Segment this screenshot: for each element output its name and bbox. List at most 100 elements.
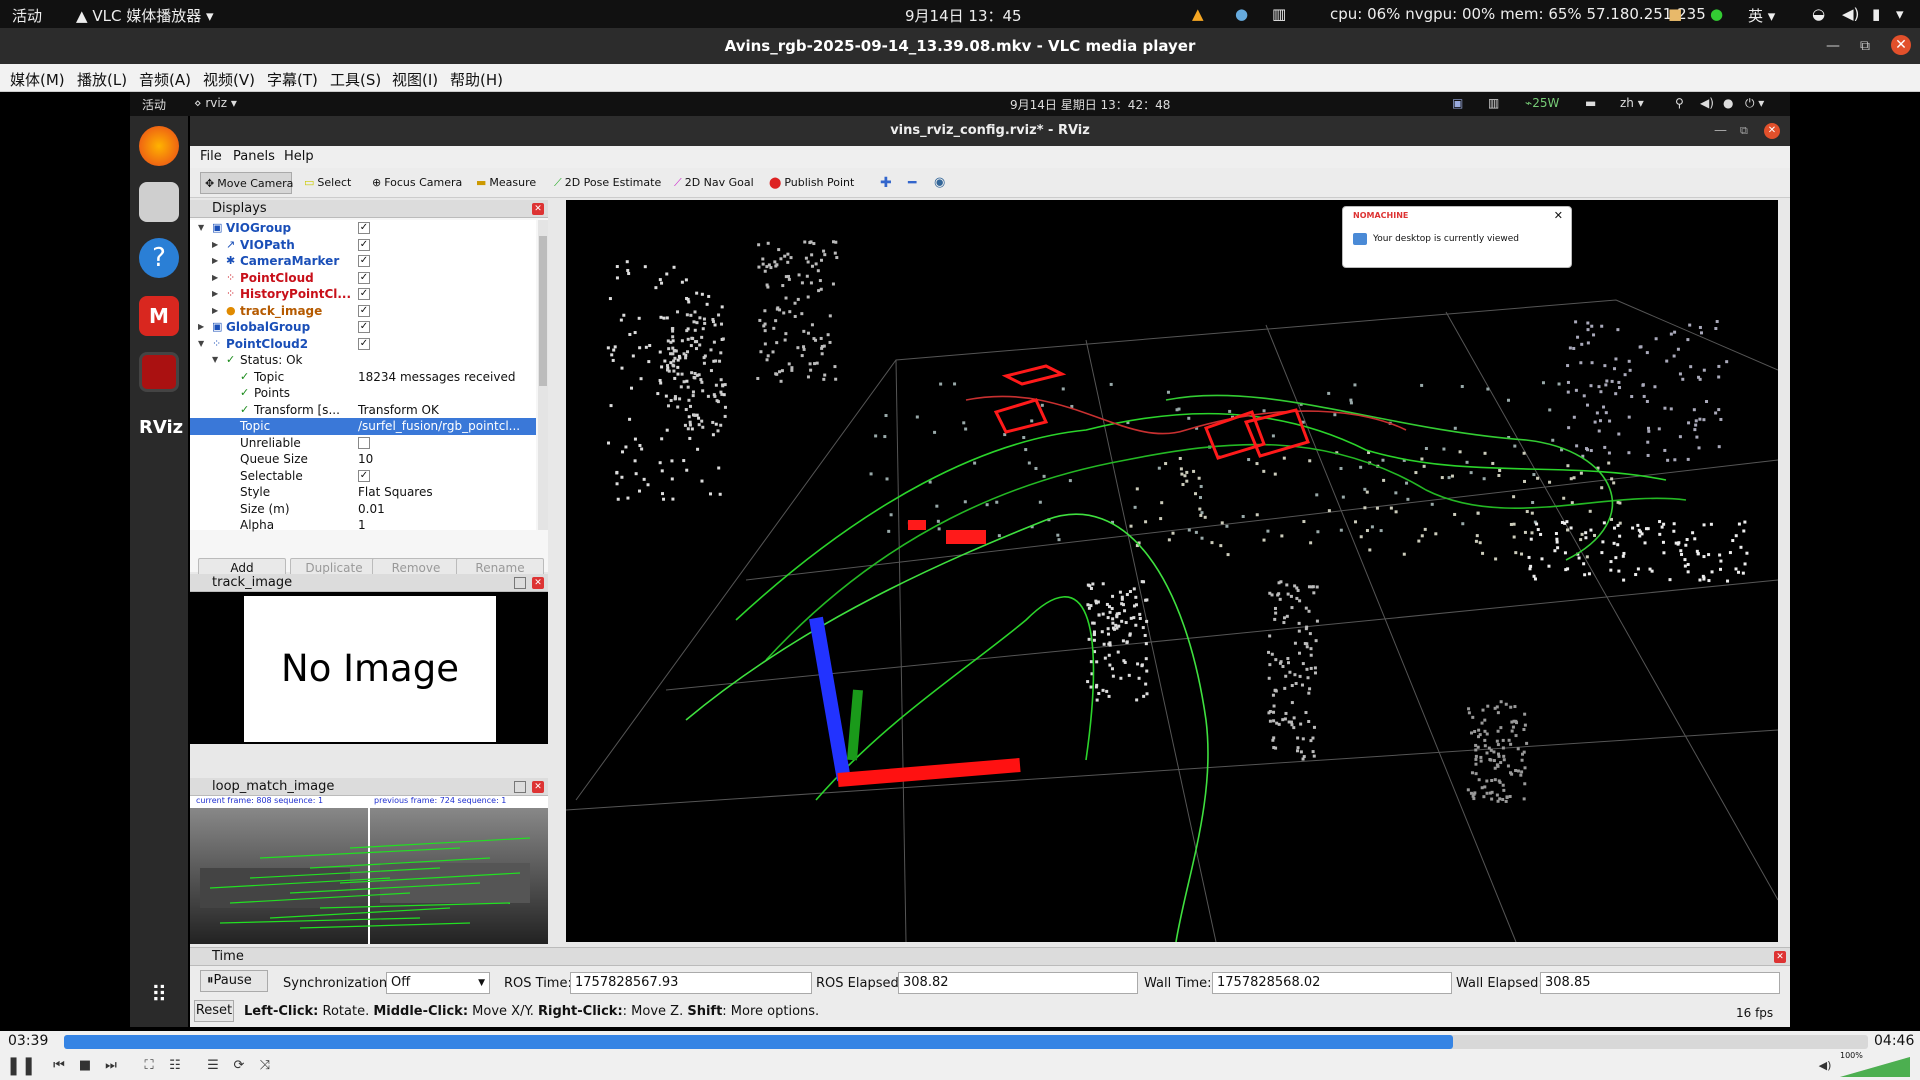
chrome-tray-icon[interactable]: ● [1235,5,1248,23]
extended-settings-icon[interactable]: ☷ [164,1055,186,1077]
cloud-point [1089,586,1093,590]
previous-icon[interactable]: ⏮ [48,1055,70,1077]
fullscreen-icon[interactable]: ⛶ [138,1055,160,1077]
loop-match-header: loop_match_image ✕ [190,778,548,796]
menu-tools[interactable]: 工具(S) [330,69,381,90]
cloud-point [1460,384,1464,388]
cloud-point [1183,474,1187,478]
menu-help[interactable]: 帮助(H) [450,69,503,90]
cloud-point [658,350,662,354]
cloud-point [1482,795,1486,799]
cloud-point [1710,570,1714,574]
cloud-point [658,378,662,382]
menu-audio[interactable]: 音频(A) [139,69,191,90]
loop-icon[interactable]: ⟳ [228,1055,250,1077]
input-method[interactable]: 英 ▾ [1748,5,1775,26]
cloud-point [1469,791,1473,795]
cloud-point [1458,450,1462,454]
cloud-point [1485,751,1489,755]
expand-down-icon: ▼ [198,338,205,348]
cloud-point [1447,476,1451,480]
cloud-point [692,320,696,324]
cloud-point [665,428,669,432]
cloud-point [1312,725,1316,729]
cloud-point [1365,490,1369,494]
cloud-point [933,430,937,434]
cloud-point [1339,528,1343,532]
cloud-point [1610,379,1614,383]
cloud-point [809,240,813,244]
cloud-point [1171,531,1175,535]
app-menu-label: VLC 媒体播放器 [92,7,202,25]
cloud-point [1520,758,1524,762]
cloud-point [1582,394,1586,398]
cloud-point [1539,532,1543,536]
display-type-icon: ⁘ [212,336,222,350]
cloud-point [638,489,642,493]
pause-icon[interactable]: ❚❚ [6,1055,36,1077]
app-menu[interactable]: ▲ VLC 媒体播放器 ▾ [76,5,214,26]
nomachine-notification: NOMACHINE ✕ Your desktop is currently vi… [1342,206,1572,268]
cloud-point [1548,408,1552,412]
speaker-icon[interactable]: ◀) [1814,1055,1836,1077]
playlist-icon[interactable]: ☰ [202,1055,224,1077]
cloud-point [1668,578,1672,582]
time-panel: Time ✕ ⏸Pause Synchronization: Off ▼ ROS … [190,947,1790,1027]
battery-icon[interactable]: ▮ [1872,5,1880,23]
cloud-point [1499,700,1503,704]
restore-icon[interactable]: ⧉ [1860,36,1870,56]
cloud-point [1593,420,1597,424]
cloud-point [1087,637,1091,641]
cloud-point [822,344,826,348]
cloud-point [1510,772,1514,776]
cloud-point [665,316,669,320]
volume-slider[interactable]: 100% [1840,1051,1910,1077]
cloud-point [658,278,662,282]
network-graph-icon[interactable]: ▥ [1272,5,1286,23]
cloud-point [672,369,676,373]
cloud-point [667,369,671,373]
display-row: ✓ Transform [s... Transform OK [190,402,536,419]
cloud-point [1474,772,1478,776]
cloud-point [765,283,769,287]
folder-tray-icon[interactable]: ■ [1668,5,1682,23]
cloud-point [656,392,660,396]
cloud-point [1187,528,1191,532]
volume-icon[interactable]: ◀) [1842,5,1859,23]
cloud-point [696,447,700,451]
vlc-tray-icon[interactable]: ▲ [1192,5,1204,23]
seek-bar[interactable] [64,1035,1868,1049]
cloud-point [1111,621,1115,625]
power-menu-icon[interactable]: ▾ [1896,5,1904,23]
menu-view[interactable]: 视图(I) [392,69,438,90]
display-row: ▶ ⁘ HistoryPointCl... ✓ [190,286,536,303]
menu-subtitle[interactable]: 字幕(T) [267,69,318,90]
cloud-point [1178,456,1182,460]
cloud-point [1132,604,1136,608]
shuffle-icon[interactable]: ⤨ [254,1055,276,1077]
cloud-point [1509,705,1513,709]
menu-video[interactable]: 视频(V) [203,69,255,90]
minimize-icon[interactable]: — [1826,36,1840,56]
cloud-point [1641,383,1645,387]
cloud-point [1646,426,1650,430]
stop-icon[interactable]: ■ [74,1055,96,1077]
cloud-point [1653,385,1657,389]
help-icon: ? [139,238,179,278]
clock[interactable]: 9月14日 13：45 [905,5,1022,26]
close-icon[interactable]: ✕ [1891,35,1911,55]
display-name: Topic [254,369,285,384]
menu-playback[interactable]: 播放(L) [77,69,127,90]
cloud-point [1686,562,1690,566]
cloud-point [1475,534,1479,538]
cloud-point [709,492,713,496]
menu-media[interactable]: 媒体(M) [10,69,65,90]
activities-button[interactable]: 活动 [12,5,42,26]
next-icon[interactable]: ⏭ [100,1055,122,1077]
cloud-point [780,369,784,373]
wifi-icon[interactable]: ◒ [1812,5,1825,23]
cloud-point [1134,595,1138,599]
wechat-tray-icon[interactable]: ● [1710,5,1723,23]
focus-camera-label: Focus Camera [384,176,463,189]
cloud-point [1509,742,1513,746]
